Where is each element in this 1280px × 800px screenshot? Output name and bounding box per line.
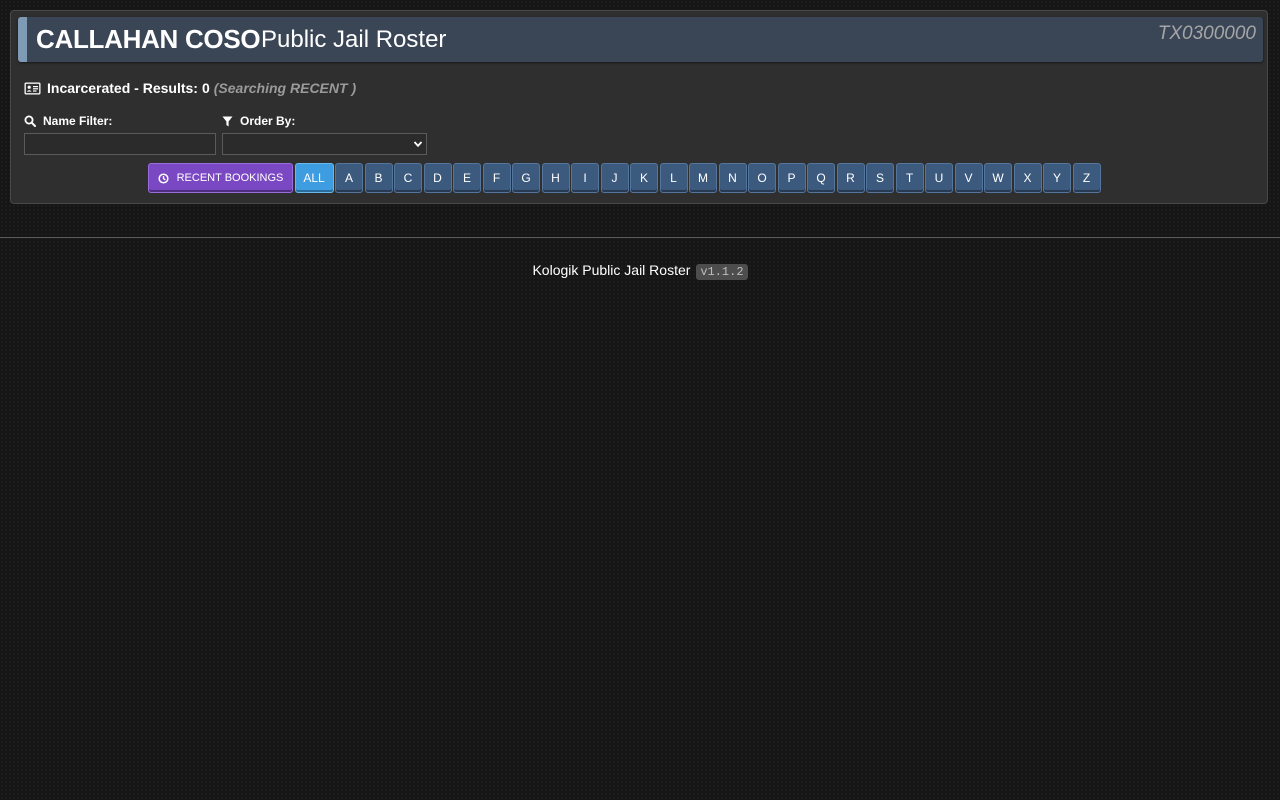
letter-button-g[interactable]: G [512,163,540,193]
clock-icon [158,172,169,184]
letter-button-p[interactable]: P [777,163,806,193]
letter-button-h[interactable]: H [541,163,570,193]
page-title: Public Jail Roster [261,26,447,53]
all-button[interactable]: ALL [294,163,334,193]
agency-name: CALLAHAN COSO [36,24,261,54]
order-by-label-text: Order By: [240,114,296,128]
results-label: Incarcerated - Results: [47,80,198,96]
letter-button-l[interactable]: L [659,163,688,193]
letter-button-t[interactable]: T [895,163,924,193]
name-filter-input[interactable] [24,133,216,155]
letter-button-v[interactable]: V [954,163,983,193]
letter-button-s[interactable]: S [866,163,894,193]
letter-button-row: RECENT BOOKINGS ALL ABCDEFGHIJKLMNOPQRST… [148,163,1102,195]
name-filter-label-text: Name Filter: [43,114,113,128]
letter-button-a[interactable]: A [335,163,363,193]
letter-button-d[interactable]: D [423,163,452,193]
letter-button-k[interactable]: K [630,163,658,193]
chevron-down-icon [413,139,423,149]
letter-button-q[interactable]: Q [807,163,835,193]
results-summary: Incarcerated - Results: 0 (Searching REC… [24,80,356,96]
letter-button-y[interactable]: Y [1043,163,1071,193]
letter-button-r[interactable]: R [836,163,865,193]
letter-button-z[interactable]: Z [1072,163,1101,193]
letter-button-m[interactable]: M [689,163,717,193]
results-count: 0 [201,80,210,96]
footer: Kologik Public Jail Roster v1.1.2 [0,262,1280,280]
letter-button-w[interactable]: W [984,163,1012,193]
order-by-label: Order By: [222,114,295,128]
roster-panel: CALLAHAN COSO Public Jail Roster TX03000… [10,10,1268,204]
header-bar: CALLAHAN COSO Public Jail Roster TX03000… [18,17,1263,62]
recent-bookings-label: RECENT BOOKINGS [176,172,284,184]
searching-status: (Searching RECENT ) [213,80,357,96]
letter-button-u[interactable]: U [925,163,953,193]
letter-button-j[interactable]: J [600,163,629,193]
letter-button-n[interactable]: N [718,163,747,193]
page-divider [0,237,1280,238]
recent-bookings-button[interactable]: RECENT BOOKINGS [148,163,293,193]
footer-text: Kologik Public Jail Roster [532,262,691,278]
letter-button-x[interactable]: X [1013,163,1042,193]
letter-button-f[interactable]: F [482,163,511,193]
letter-button-e[interactable]: E [453,163,481,193]
letter-button-c[interactable]: C [394,163,422,193]
name-filter-label: Name Filter: [24,114,112,128]
letter-button-b[interactable]: B [364,163,393,193]
search-icon [24,115,36,127]
agency-ori: TX0300000 [1157,23,1256,44]
order-by-select[interactable] [222,133,427,155]
letter-button-i[interactable]: I [571,163,599,193]
filter-icon [222,116,233,127]
version-badge: v1.1.2 [696,264,748,280]
letter-button-o[interactable]: O [748,163,776,193]
id-card-icon [24,82,41,95]
